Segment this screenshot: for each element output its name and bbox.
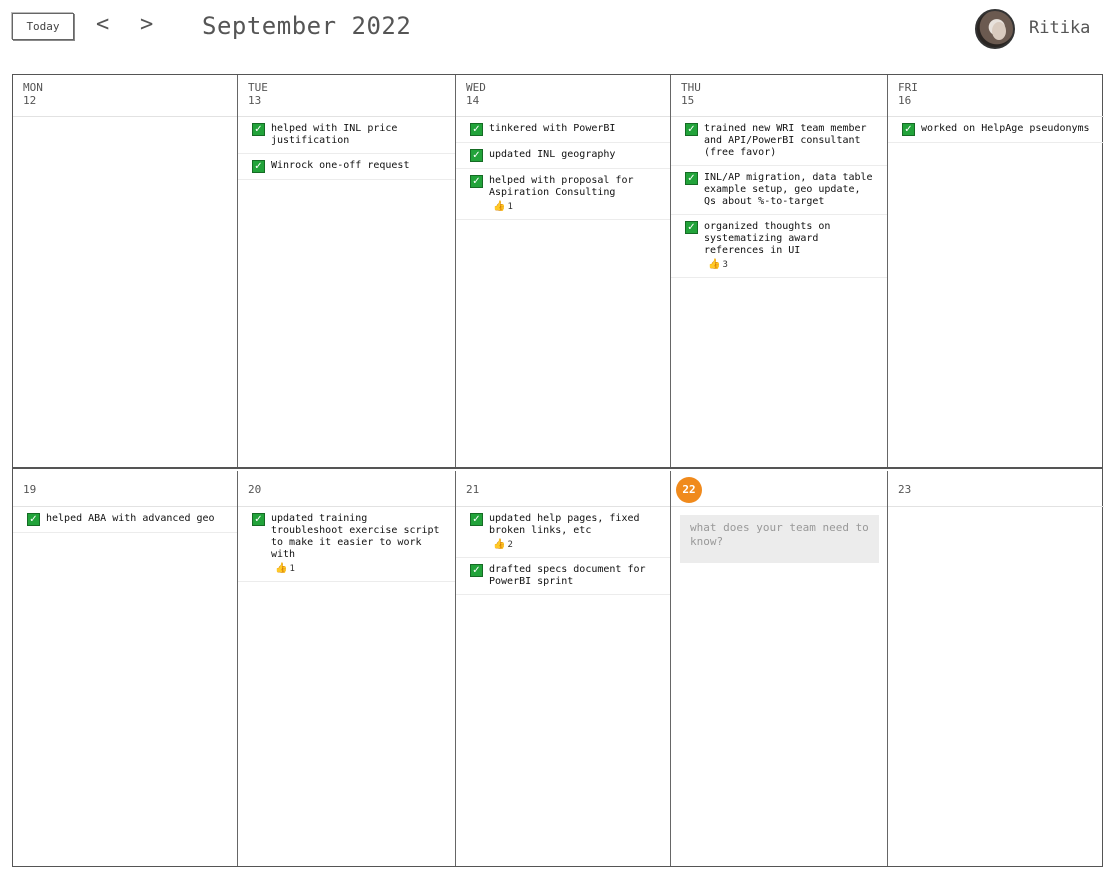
team-update-input[interactable] <box>680 515 879 563</box>
day-header: 20 <box>238 471 455 507</box>
like-count: 3 <box>722 260 728 270</box>
like-counter[interactable]: 👍 3 <box>708 259 877 271</box>
check-icon[interactable]: ✓ <box>252 160 265 173</box>
day-number: 16 <box>898 94 912 107</box>
check-icon[interactable]: ✓ <box>470 513 483 526</box>
update-entry[interactable]: ✓ worked on HelpAge pseudonyms <box>888 117 1104 143</box>
check-icon[interactable]: ✓ <box>27 513 40 526</box>
update-entry[interactable]: ✓ organized thoughts on systematizing aw… <box>671 215 887 278</box>
day-header: TUE 13 <box>238 75 455 117</box>
day-header: THU 15 <box>671 75 887 117</box>
check-icon[interactable]: ✓ <box>685 123 698 136</box>
thumbs-up-icon[interactable]: 👍 <box>493 539 505 551</box>
update-entry[interactable]: ✓ updated INL geography <box>456 143 670 169</box>
day-number: 12 <box>23 94 37 107</box>
like-counter[interactable]: 👍 1 <box>275 563 445 575</box>
entry-text: updated help pages, fixed broken links, … <box>489 513 640 536</box>
thumbs-up-icon[interactable]: 👍 <box>493 201 505 213</box>
update-entry[interactable]: ✓ drafted specs document for PowerBI spr… <box>456 558 670 595</box>
like-count: 2 <box>507 540 513 550</box>
check-icon[interactable]: ✓ <box>252 513 265 526</box>
day-header: MON 12 <box>13 75 237 117</box>
day-column-thu-15[interactable]: THU 15 ✓ trained new WRI team member and… <box>671 75 888 467</box>
check-icon[interactable]: ✓ <box>685 221 698 234</box>
week-row: MON 12 TUE 13 ✓ helped with INL price ju… <box>13 75 1104 469</box>
day-header: 23 <box>888 471 1104 507</box>
entry-text: helped with proposal for Aspiration Cons… <box>489 175 634 198</box>
entry-text: INL/AP migration, data table example set… <box>704 172 873 207</box>
update-entry[interactable]: ✓ updated help pages, fixed broken links… <box>456 507 670 558</box>
month-title: September 2022 <box>202 12 412 40</box>
check-icon[interactable]: ✓ <box>470 149 483 162</box>
day-column-22-today[interactable]: 22 <box>671 471 888 866</box>
previous-week-button[interactable]: < <box>96 10 109 40</box>
day-number: 13 <box>248 94 262 107</box>
update-entry[interactable]: ✓ updated training troubleshoot exercise… <box>238 507 455 582</box>
like-counter[interactable]: 👍 1 <box>493 201 660 213</box>
day-column-wed-14[interactable]: WED 14 ✓ tinkered with PowerBI ✓ updated… <box>456 75 671 467</box>
day-name: THU <box>681 81 701 94</box>
today-badge: 22 <box>676 476 702 503</box>
entry-text: Winrock one-off request <box>271 160 410 171</box>
day-column-20[interactable]: 20 ✓ updated training troubleshoot exerc… <box>238 471 456 866</box>
day-name: TUE <box>248 81 268 94</box>
day-number: 19 <box>23 483 37 496</box>
entry-text: updated training troubleshoot exercise s… <box>271 513 440 560</box>
user-avatar[interactable] <box>975 9 1015 49</box>
day-number: 15 <box>681 94 695 107</box>
day-header: FRI 16 <box>888 75 1104 117</box>
entry-text: trained new WRI team member and API/Powe… <box>704 123 867 158</box>
update-entry[interactable]: ✓ tinkered with PowerBI <box>456 117 670 143</box>
entry-text: updated INL geography <box>489 149 616 160</box>
update-entry[interactable]: ✓ Winrock one-off request <box>238 154 455 180</box>
day-name: WED <box>466 81 486 94</box>
like-counter[interactable]: 👍 2 <box>493 539 660 551</box>
update-entry[interactable]: ✓ helped with INL price justification <box>238 117 455 154</box>
day-column-fri-16[interactable]: FRI 16 ✓ worked on HelpAge pseudonyms <box>888 75 1104 467</box>
check-icon[interactable]: ✓ <box>902 123 915 136</box>
day-header: 22 <box>671 471 887 507</box>
entry-text: drafted specs document for PowerBI sprin… <box>489 564 646 587</box>
check-icon[interactable]: ✓ <box>685 172 698 185</box>
week-row: 19 ✓ helped ABA with advanced geo 20 ✓ u… <box>13 471 1104 866</box>
update-entry[interactable]: ✓ trained new WRI team member and API/Po… <box>671 117 887 166</box>
day-column-mon-12[interactable]: MON 12 <box>13 75 238 467</box>
day-name: FRI <box>898 81 918 94</box>
day-column-tue-13[interactable]: TUE 13 ✓ helped with INL price justifica… <box>238 75 456 467</box>
entry-text: tinkered with PowerBI <box>489 123 616 134</box>
like-count: 1 <box>289 564 295 574</box>
day-header: WED 14 <box>456 75 670 117</box>
header: Today < > September 2022 Ritika <box>0 0 1118 60</box>
update-entry[interactable]: ✓ helped ABA with advanced geo <box>13 507 237 533</box>
user-name[interactable]: Ritika <box>1029 16 1090 40</box>
day-number: 20 <box>248 483 262 496</box>
check-icon[interactable]: ✓ <box>470 123 483 136</box>
day-header: 21 <box>456 471 670 507</box>
like-count: 1 <box>507 202 513 212</box>
thumbs-up-icon[interactable]: 👍 <box>275 563 287 575</box>
day-number: 14 <box>466 94 480 107</box>
day-header: 19 <box>13 471 237 507</box>
day-number: 21 <box>466 483 480 496</box>
next-week-button[interactable]: > <box>140 10 153 40</box>
check-icon[interactable]: ✓ <box>470 564 483 577</box>
day-column-23[interactable]: 23 <box>888 471 1104 866</box>
check-icon[interactable]: ✓ <box>252 123 265 136</box>
entry-text: helped with INL price justification <box>271 123 398 146</box>
calendar-grid: MON 12 TUE 13 ✓ helped with INL price ju… <box>12 74 1104 867</box>
thumbs-up-icon[interactable]: 👍 <box>708 259 720 271</box>
check-icon[interactable]: ✓ <box>470 175 483 188</box>
entry-text: worked on HelpAge pseudonyms <box>921 123 1090 134</box>
entry-text: helped ABA with advanced geo <box>46 513 215 524</box>
day-name: MON <box>23 81 43 94</box>
update-entry[interactable]: ✓ INL/AP migration, data table example s… <box>671 166 887 215</box>
day-number: 23 <box>898 483 912 496</box>
day-column-19[interactable]: 19 ✓ helped ABA with advanced geo <box>13 471 238 866</box>
today-button[interactable]: Today <box>12 13 74 40</box>
update-entry[interactable]: ✓ helped with proposal for Aspiration Co… <box>456 169 670 220</box>
day-column-21[interactable]: 21 ✓ updated help pages, fixed broken li… <box>456 471 671 866</box>
entry-text: organized thoughts on systematizing awar… <box>704 221 831 256</box>
